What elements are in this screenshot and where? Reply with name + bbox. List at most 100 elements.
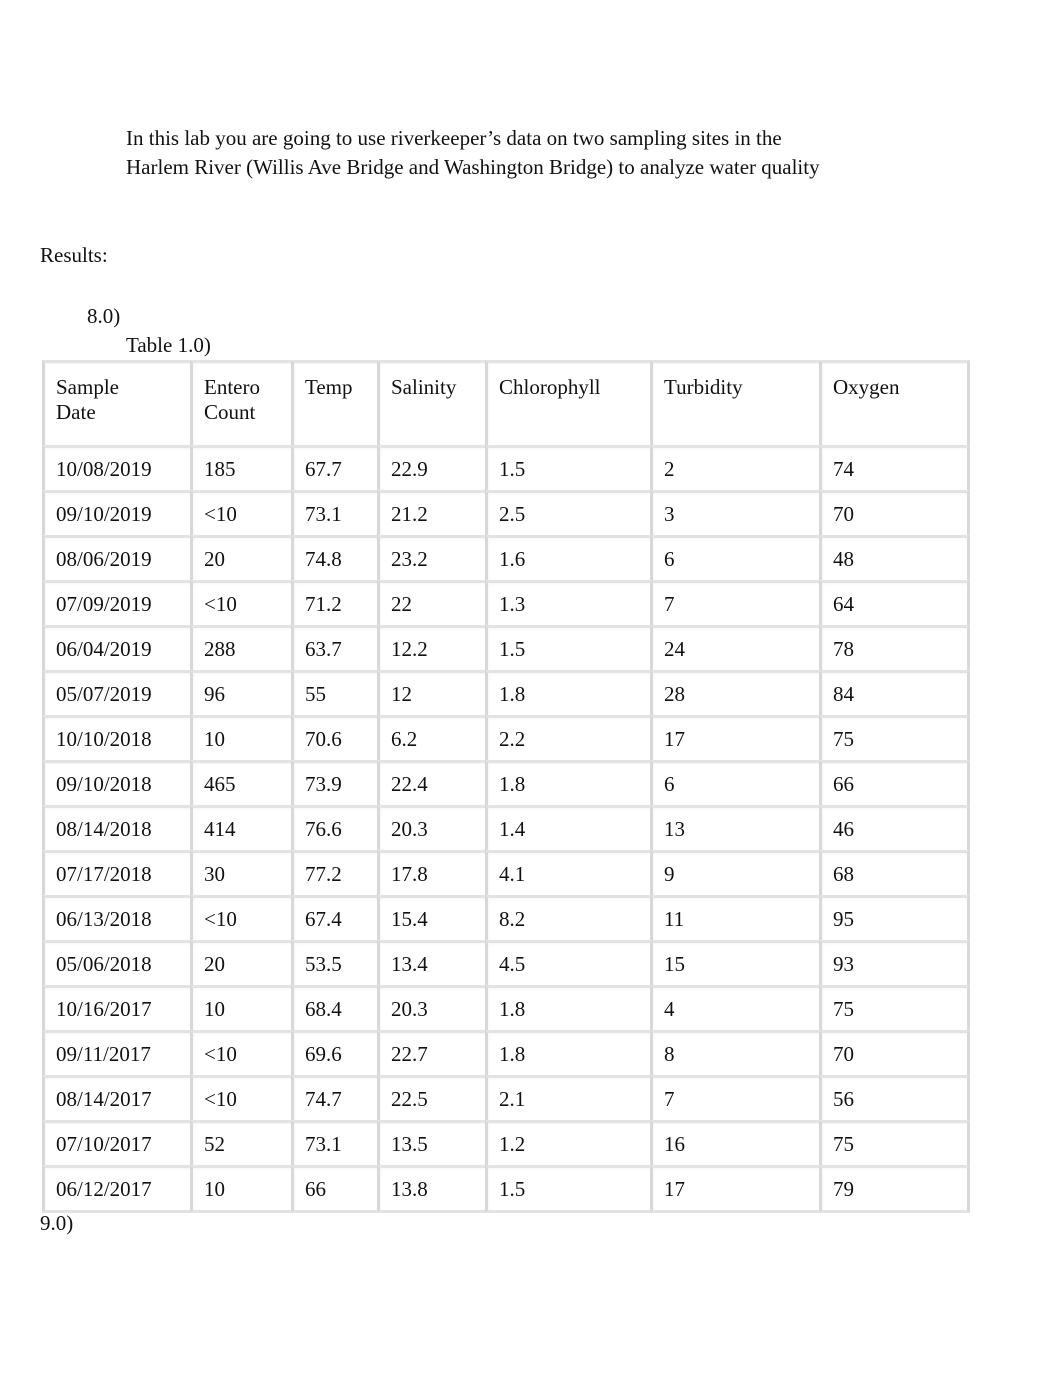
cell-salinity: 6.2	[377, 715, 485, 760]
cell-turbidity: 7	[650, 1075, 819, 1120]
table-row: 05/07/2019 96 55 12 1.8 28 84	[42, 670, 970, 715]
cell-salinity: 22	[377, 580, 485, 625]
cell-turbidity: 11	[650, 895, 819, 940]
cell-turbidity: 3	[650, 490, 819, 535]
cell-chlorophyll: 1.5	[485, 445, 650, 490]
cell-temp: 73.9	[291, 760, 377, 805]
cell-salinity: 12	[377, 670, 485, 715]
cell-oxygen: 75	[819, 715, 970, 760]
cell-oxygen: 70	[819, 490, 970, 535]
cell-turbidity: 4	[650, 985, 819, 1030]
cell-salinity: 20.3	[377, 805, 485, 850]
column-header-line: Oxygen	[833, 375, 900, 399]
column-header-line: Date	[56, 400, 96, 424]
cell-temp: 53.5	[291, 940, 377, 985]
cell-oxygen: 75	[819, 985, 970, 1030]
cell-oxygen: 68	[819, 850, 970, 895]
cell-salinity: 17.8	[377, 850, 485, 895]
table-row: 08/14/2017 <10 74.7 22.5 2.1 7 56	[42, 1075, 970, 1120]
cell-turbidity: 7	[650, 580, 819, 625]
cell-entero-count: 10	[190, 715, 291, 760]
column-header-entero-count: Entero Count	[190, 360, 291, 445]
water-quality-table: Sample Date Entero Count Temp Salinity Chlorop…	[42, 360, 970, 1213]
cell-oxygen: 48	[819, 535, 970, 580]
table-row: 09/10/2018 465 73.9 22.4 1.8 6 66	[42, 760, 970, 805]
cell-salinity: 22.9	[377, 445, 485, 490]
cell-sample-date: 10/08/2019	[42, 445, 190, 490]
table-row: 10/16/2017 10 68.4 20.3 1.8 4 75	[42, 985, 970, 1030]
cell-entero-count: 20	[190, 535, 291, 580]
cell-temp: 74.7	[291, 1075, 377, 1120]
cell-temp: 69.6	[291, 1030, 377, 1075]
cell-oxygen: 75	[819, 1120, 970, 1165]
table-row: 06/13/2018 <10 67.4 15.4 8.2 11 95	[42, 895, 970, 940]
cell-entero-count: <10	[190, 895, 291, 940]
cell-turbidity: 28	[650, 670, 819, 715]
cell-chlorophyll: 8.2	[485, 895, 650, 940]
cell-turbidity: 2	[650, 445, 819, 490]
cell-oxygen: 46	[819, 805, 970, 850]
cell-oxygen: 93	[819, 940, 970, 985]
cell-entero-count: <10	[190, 580, 291, 625]
table-row: 06/04/2019 288 63.7 12.2 1.5 24 78	[42, 625, 970, 670]
cell-entero-count: 20	[190, 940, 291, 985]
cell-sample-date: 09/10/2018	[42, 760, 190, 805]
cell-temp: 67.4	[291, 895, 377, 940]
cell-turbidity: 17	[650, 1165, 819, 1213]
cell-entero-count: 96	[190, 670, 291, 715]
table-caption: Table 1.0)	[126, 333, 211, 357]
cell-salinity: 20.3	[377, 985, 485, 1030]
cell-chlorophyll: 4.5	[485, 940, 650, 985]
cell-oxygen: 84	[819, 670, 970, 715]
cell-temp: 73.1	[291, 490, 377, 535]
cell-turbidity: 6	[650, 535, 819, 580]
column-header-chlorophyll: Chlorophyll	[485, 360, 650, 445]
cell-sample-date: 07/17/2018	[42, 850, 190, 895]
column-header-line: Turbidity	[664, 375, 743, 399]
cell-entero-count: 52	[190, 1120, 291, 1165]
table-row: 10/08/2019 185 67.7 22.9 1.5 2 74	[42, 445, 970, 490]
cell-chlorophyll: 1.8	[485, 1030, 650, 1075]
cell-turbidity: 16	[650, 1120, 819, 1165]
cell-chlorophyll: 1.8	[485, 670, 650, 715]
column-header-line: Salinity	[391, 375, 457, 399]
cell-salinity: 12.2	[377, 625, 485, 670]
cell-chlorophyll: 1.5	[485, 625, 650, 670]
cell-temp: 77.2	[291, 850, 377, 895]
cell-oxygen: 64	[819, 580, 970, 625]
cell-oxygen: 74	[819, 445, 970, 490]
cell-entero-count: <10	[190, 1075, 291, 1120]
cell-sample-date: 07/10/2017	[42, 1120, 190, 1165]
column-header-line: Chlorophyll	[499, 375, 601, 399]
column-header-salinity: Salinity	[377, 360, 485, 445]
cell-temp: 74.8	[291, 535, 377, 580]
cell-oxygen: 70	[819, 1030, 970, 1075]
intro-paragraph: In this lab you are going to use riverke…	[126, 126, 820, 179]
water-quality-table-container: Sample Date Entero Count Temp Salinity Chlorop…	[42, 360, 970, 1213]
cell-entero-count: 288	[190, 625, 291, 670]
cell-chlorophyll: 1.2	[485, 1120, 650, 1165]
cell-temp: 55	[291, 670, 377, 715]
cell-sample-date: 06/12/2017	[42, 1165, 190, 1213]
column-header-line: Sample	[56, 375, 119, 399]
cell-chlorophyll: 1.6	[485, 535, 650, 580]
table-row: 07/17/2018 30 77.2 17.8 4.1 9 68	[42, 850, 970, 895]
column-header-oxygen: Oxygen	[819, 360, 970, 445]
cell-chlorophyll: 4.1	[485, 850, 650, 895]
table-row: 07/09/2019 <10 71.2 22 1.3 7 64	[42, 580, 970, 625]
cell-sample-date: 10/16/2017	[42, 985, 190, 1030]
cell-salinity: 22.7	[377, 1030, 485, 1075]
cell-temp: 66	[291, 1165, 377, 1213]
cell-entero-count: <10	[190, 1030, 291, 1075]
cell-temp: 67.7	[291, 445, 377, 490]
cell-chlorophyll: 1.3	[485, 580, 650, 625]
cell-sample-date: 06/13/2018	[42, 895, 190, 940]
cell-entero-count: 185	[190, 445, 291, 490]
cell-salinity: 13.4	[377, 940, 485, 985]
question-number-9: 9.0)	[40, 1211, 74, 1235]
results-heading: Results:	[40, 243, 108, 267]
column-header-turbidity: Turbidity	[650, 360, 819, 445]
cell-temp: 71.2	[291, 580, 377, 625]
cell-temp: 70.6	[291, 715, 377, 760]
cell-entero-count: <10	[190, 490, 291, 535]
